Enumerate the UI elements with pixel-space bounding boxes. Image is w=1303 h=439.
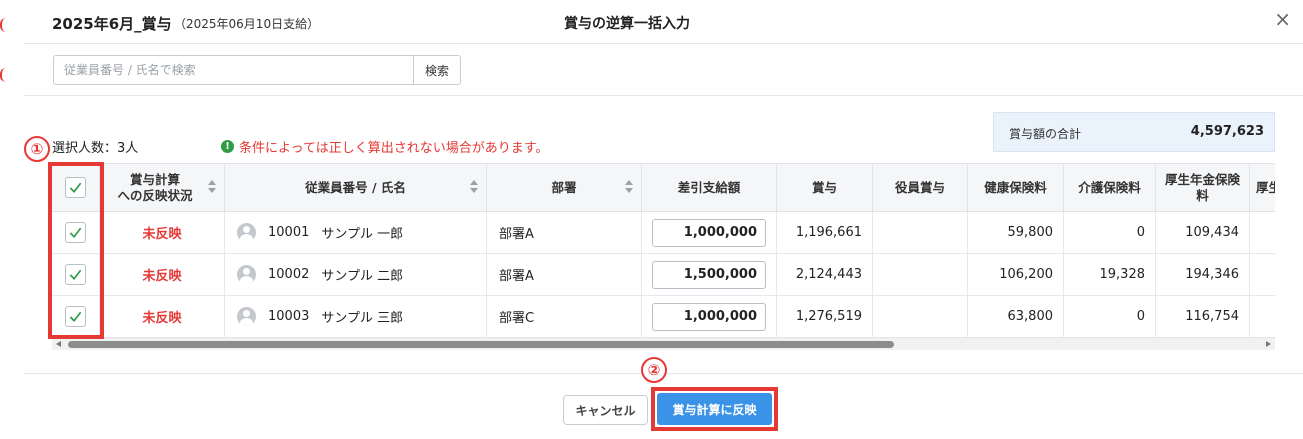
close-icon[interactable]: × [1274,9,1291,29]
annotation-step-1: ① [24,136,50,162]
avatar-icon [237,307,256,326]
pension-insurance-cell: 116,754 [1156,296,1250,338]
dialog-subtitle: （2025年06月10日支給） [174,17,320,31]
column-header-employee-label: 従業員番号 / 氏名 [305,179,406,195]
column-header-health-insurance-label: 健康保険料 [984,179,1047,195]
info-icon: ! [221,140,234,153]
net-pay-cell [642,296,777,338]
employee-cell: 10003 サンプル 三郎 [225,296,487,338]
employee-number: 10003 [268,309,310,324]
column-header-reflect-status-label: 賞与計算 への反映状況 [117,171,193,203]
care-insurance-cell: 0 [1064,296,1156,338]
sort-icon[interactable] [625,180,633,194]
total-value: 4,597,623 [1190,124,1264,139]
care-insurance-cell: 19,328 [1064,254,1156,296]
officer-bonus-cell [873,212,968,254]
warning-text: 条件によっては正しく算出されない場合があります。 [239,141,549,156]
cancel-button[interactable]: キャンセル [563,395,648,425]
net-pay-input[interactable] [652,302,766,331]
column-header-employee[interactable]: 従業員番号 / 氏名 [225,164,487,212]
health-insurance-cell: 59,800 [968,212,1064,254]
edge-mark [0,68,6,82]
column-header-pension-insurance-label: 厚生年金保険 料 [1164,171,1240,203]
sort-icon[interactable] [208,180,216,194]
dialog-title: 2025年6月_賞与 [52,15,172,33]
department-cell: 部署A [487,254,642,296]
department-cell: 部署A [487,212,642,254]
sort-icon[interactable] [470,180,478,194]
status-cell: 未反映 [100,254,225,296]
bonus-cell: 1,276,519 [777,296,873,338]
employee-name: サンプル 二郎 [321,269,404,284]
scrollbar-thumb[interactable] [68,341,894,348]
column-header-net-pay-label: 差引支給額 [677,179,741,195]
column-header-officer-bonus-label: 役員賞与 [894,179,945,195]
column-header-net-pay: 差引支給額 [642,164,777,212]
net-pay-input[interactable] [652,260,766,289]
annotation-box-checkboxes [48,162,104,339]
search-input[interactable] [53,55,414,85]
column-header-health-insurance: 健康保険料 [968,164,1064,212]
column-header-department-label: 部署 [551,179,577,195]
horizontal-scrollbar[interactable] [52,337,1275,350]
department-cell: 部署C [487,296,642,338]
column-header-next-label: 厚生 [1256,179,1275,195]
employee-name: サンプル 一郎 [321,227,404,242]
net-pay-input[interactable] [652,218,766,247]
search-button[interactable]: 検索 [413,55,461,85]
column-header-reflect-status[interactable]: 賞与計算 への反映状況 [100,164,225,212]
status-cell: 未反映 [100,212,225,254]
employee-number: 10002 [268,267,310,282]
employee-name: サンプル 三郎 [321,311,404,326]
officer-bonus-cell [873,254,968,296]
employee-number: 10001 [268,225,310,240]
column-header-department[interactable]: 部署 [487,164,642,212]
health-insurance-cell: 106,200 [968,254,1064,296]
edge-mark [0,18,6,32]
net-pay-cell [642,254,777,296]
avatar-icon [237,223,256,242]
scroll-left-icon[interactable] [56,341,61,347]
next-col-cell [1250,212,1275,254]
warning-message: ! 条件によっては正しく算出されない場合があります。 [221,137,548,156]
column-header-bonus: 賞与 [777,164,873,212]
pension-insurance-cell: 194,346 [1156,254,1250,296]
status-cell: 未反映 [100,296,225,338]
employee-cell: 10001 サンプル 一郎 [225,212,487,254]
annotation-step-2: ② [641,357,667,383]
bonus-cell: 1,196,661 [777,212,873,254]
employee-table: 賞与計算 への反映状況 従業員番号 / 氏名 部署 差引支給額 賞与 役員賞与 … [52,163,1275,350]
column-header-bonus-label: 賞与 [811,179,837,195]
officer-bonus-cell [873,296,968,338]
annotation-box-apply [651,387,778,431]
column-header-care-insurance-label: 介護保険料 [1078,179,1141,195]
net-pay-cell [642,212,777,254]
column-header-next: 厚生 [1250,164,1275,212]
column-header-care-insurance: 介護保険料 [1064,164,1156,212]
scroll-right-icon[interactable] [1266,341,1271,347]
column-header-officer-bonus: 役員賞与 [873,164,968,212]
dialog-header: 2025年6月_賞与 （2025年06月10日支給） 賞与の逆算一括入力 × [24,0,1303,44]
employee-cell: 10002 サンプル 二郎 [225,254,487,296]
selected-count: 選択人数：3人 [52,141,139,156]
total-summary: 賞与額の合計 4,597,623 [993,112,1275,152]
health-insurance-cell: 63,800 [968,296,1064,338]
avatar-icon [237,265,256,284]
next-col-cell [1250,296,1275,338]
column-header-pension-insurance: 厚生年金保険 料 [1156,164,1250,212]
care-insurance-cell: 0 [1064,212,1156,254]
total-label: 賞与額の合計 [1009,127,1082,141]
search-bar: 検索 [24,45,1303,96]
next-col-cell [1250,254,1275,296]
pension-insurance-cell: 109,434 [1156,212,1250,254]
dialog-heading: 賞与の逆算一括入力 [564,16,690,32]
bonus-cell: 2,124,443 [777,254,873,296]
